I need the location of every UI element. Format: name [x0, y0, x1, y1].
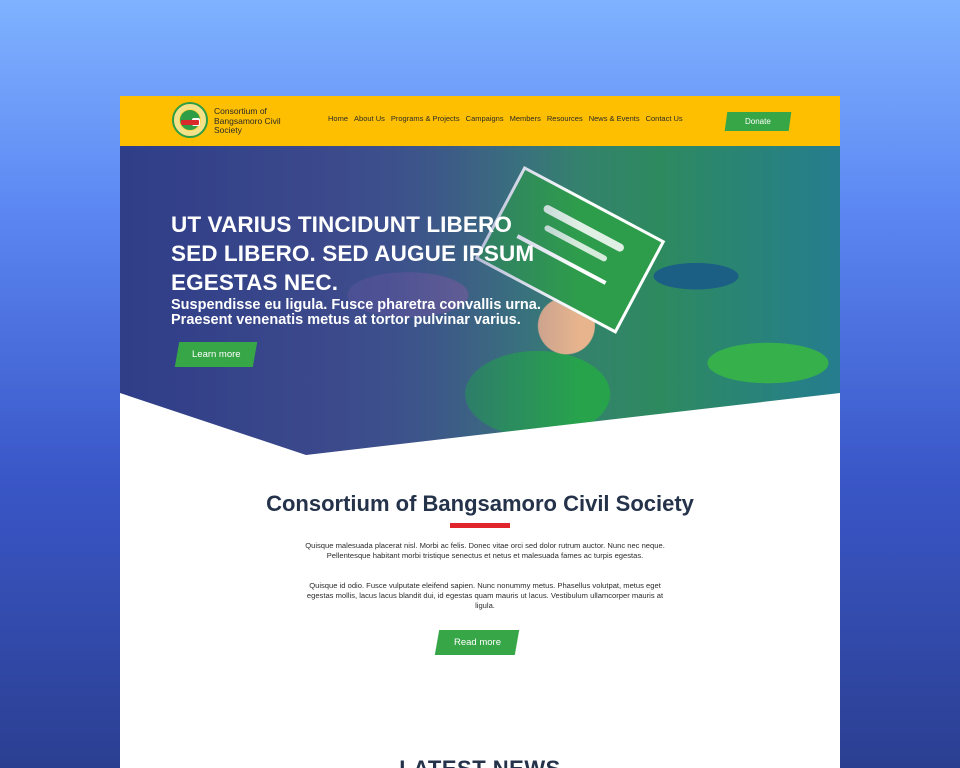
donate-label: Donate — [745, 117, 771, 126]
nav-home[interactable]: Home — [328, 114, 348, 123]
org-name[interactable]: Consortium of Bangsamoro Civil Society — [214, 106, 304, 136]
about-paragraph-2: Quisque id odio. Fusce vulputate eleifen… — [306, 581, 664, 610]
website-page: Consortium of Bangsamoro Civil Society H… — [120, 96, 840, 768]
title-underline — [450, 523, 510, 528]
read-more-label: Read more — [453, 637, 501, 648]
nav-contact-us[interactable]: Contact Us — [646, 114, 683, 123]
nav-about-us[interactable]: About Us — [354, 114, 385, 123]
nav-programs-projects[interactable]: Programs & Projects — [391, 114, 460, 123]
donate-button[interactable]: Donate — [724, 112, 792, 131]
nav-campaigns[interactable]: Campaigns — [466, 114, 504, 123]
nav-resources[interactable]: Resources — [547, 114, 583, 123]
main-nav: Home About Us Programs & Projects Campai… — [328, 114, 683, 123]
cbcs-logo[interactable] — [172, 102, 208, 138]
hero-subtitle: Suspendisse eu ligula. Fusce pharetra co… — [171, 297, 541, 328]
read-more-button[interactable]: Read more — [434, 630, 520, 655]
about-paragraph-1: Quisque malesuada placerat nisl. Morbi a… — [305, 541, 665, 560]
learn-more-label: Learn more — [191, 349, 241, 360]
latest-news-title: LATEST NEWS — [120, 756, 840, 768]
nav-news-events[interactable]: News & Events — [589, 114, 640, 123]
header-bar: Consortium of Bangsamoro Civil Society H… — [120, 96, 840, 146]
learn-more-button[interactable]: Learn more — [174, 342, 258, 367]
nav-members[interactable]: Members — [510, 114, 541, 123]
about-title: Consortium of Bangsamoro Civil Society — [266, 491, 694, 516]
hero-title: UT VARIUS TINCIDUNT LIBERO SED LIBERO. S… — [171, 212, 535, 295]
logo-ribbon — [181, 120, 199, 125]
